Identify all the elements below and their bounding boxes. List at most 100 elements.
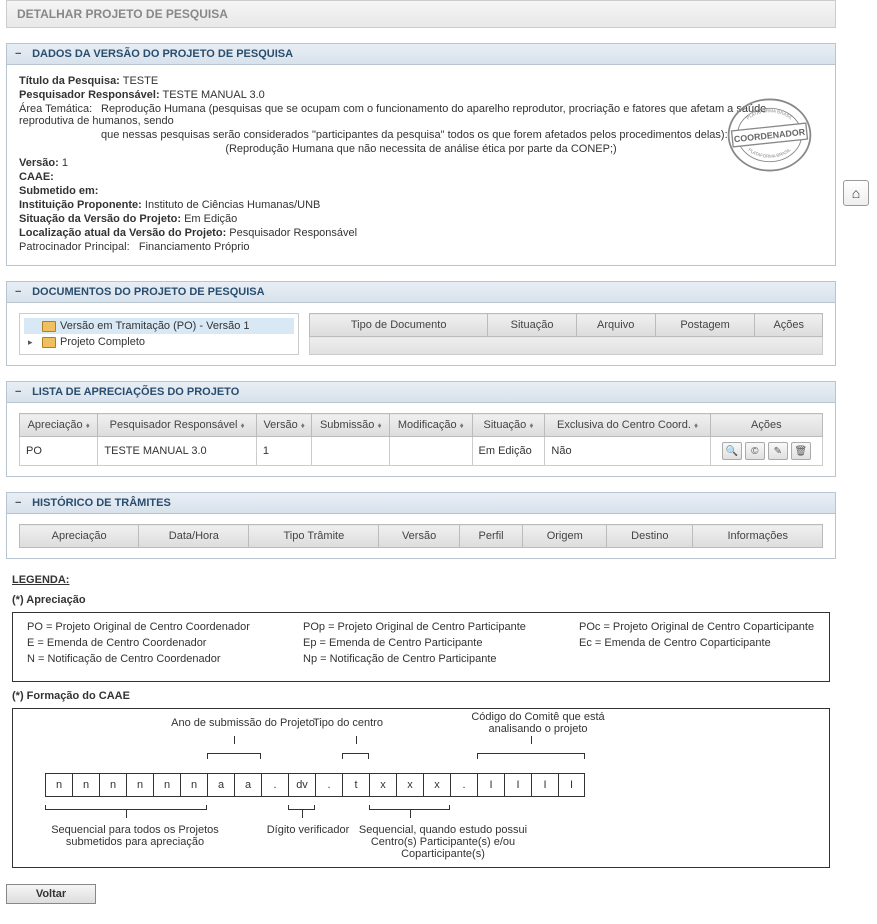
panel-historico-header[interactable]: − HISTÓRICO DE TRÂMITES	[7, 493, 835, 514]
caae-cell: I	[504, 773, 531, 797]
cell-versao: 1	[256, 437, 312, 466]
collapse-icon[interactable]: −	[15, 286, 29, 298]
col-tipotramite[interactable]: Tipo Trâmite	[249, 525, 379, 548]
tree-item-projeto[interactable]: ▸ Projeto Completo	[24, 334, 294, 350]
col-situacao[interactable]: Situação	[488, 314, 576, 337]
sort-icon: ♦	[377, 421, 381, 430]
legend-pop: POp = Projeto Original de Centro Partici…	[303, 621, 539, 633]
panel-historico: − HISTÓRICO DE TRÂMITES Apreciação Data/…	[6, 492, 836, 559]
col-apreciacao[interactable]: Apreciação ♦	[20, 414, 98, 437]
caae-cell: n	[72, 773, 99, 797]
col-submissao[interactable]: Submissão ♦	[312, 414, 390, 437]
col-acoes[interactable]: Ações	[755, 314, 823, 337]
sort-icon: ♦	[86, 421, 90, 430]
area-line3: (Reprodução Humana que não necessita de …	[19, 143, 823, 155]
legend-section: LEGENDA: (*) Apreciação PO = Projeto Ori…	[6, 574, 836, 868]
legend-apreciacao-box: PO = Projeto Original de Centro Coordena…	[12, 612, 830, 682]
caae-label-codigo: Código do Comitê que está analisando o p…	[463, 711, 613, 735]
submetido-label: Submetido em:	[19, 185, 98, 197]
caae-cell: x	[423, 773, 450, 797]
panel-dados-header[interactable]: − DADOS DA VERSÃO DO PROJETO DE PESQUISA	[7, 44, 835, 65]
col-datahora[interactable]: Data/Hora	[139, 525, 249, 548]
legend-caae-title: (*) Formação do CAAE	[12, 690, 830, 702]
voltar-button[interactable]: Voltar	[6, 884, 96, 904]
inst-label: Instituição Proponente:	[19, 199, 142, 211]
col-modificacao[interactable]: Modificação ♦	[390, 414, 472, 437]
cell-acoes: 🔍 © ✎ 🗑	[710, 437, 822, 466]
cell-apreciacao: PO	[20, 437, 98, 466]
caae-label-seq-centro: Sequencial, quando estudo possui Centro(…	[353, 824, 533, 860]
col-apreciacao[interactable]: Apreciação	[20, 525, 139, 548]
col-versao[interactable]: Versão ♦	[256, 414, 312, 437]
col-informacoes[interactable]: Informações	[693, 525, 823, 548]
caae-label-digito: Dígito verificador	[263, 824, 353, 836]
caae-cell: x	[369, 773, 396, 797]
col-postagem[interactable]: Postagem	[655, 314, 755, 337]
pesquisador-value: TESTE MANUAL 3.0	[162, 89, 264, 101]
panel-apreciacoes-title: LISTA DE APRECIAÇÕES DO PROJETO	[32, 386, 239, 398]
action-edit-icon[interactable]: ✎	[768, 442, 788, 460]
situacao-value: Em Edição	[184, 213, 237, 225]
caae-label-ano: Ano de submissão do Projeto	[163, 717, 323, 729]
col-tipo[interactable]: Tipo de Documento	[310, 314, 488, 337]
situacao-label: Situação da Versão do Projeto:	[19, 213, 181, 225]
caae-cell: n	[180, 773, 207, 797]
panel-dados: − DADOS DA VERSÃO DO PROJETO DE PESQUISA…	[6, 43, 836, 266]
col-arquivo[interactable]: Arquivo	[576, 314, 655, 337]
cell-pesquisador: TESTE MANUAL 3.0	[98, 437, 257, 466]
collapse-icon[interactable]: −	[15, 386, 29, 398]
pesquisador-label: Pesquisador Responsável:	[19, 89, 160, 101]
area-line1: Reprodução Humana (pesquisas que se ocup…	[19, 103, 766, 127]
action-delete-icon[interactable]: 🗑	[791, 442, 811, 460]
caae-cell: a	[207, 773, 234, 797]
legend-po: PO = Projeto Original de Centro Coordena…	[27, 621, 263, 633]
tree-expand-icon[interactable]: ▸	[28, 337, 38, 348]
panel-historico-title: HISTÓRICO DE TRÂMITES	[32, 497, 171, 509]
coordenador-stamp: COORDENADOR PLATAFORMA BRASIL PLATAFORMA…	[722, 95, 817, 175]
cell-situacao: Em Edição	[472, 437, 545, 466]
panel-documentos-title: DOCUMENTOS DO PROJETO DE PESQUISA	[32, 286, 264, 298]
panel-dados-title: DADOS DA VERSÃO DO PROJETO DE PESQUISA	[32, 48, 293, 60]
panel-documentos-header[interactable]: − DOCUMENTOS DO PROJETO DE PESQUISA	[7, 282, 835, 303]
action-view-icon[interactable]: 🔍	[722, 442, 742, 460]
col-versao[interactable]: Versão	[379, 525, 460, 548]
caae-label: CAAE:	[19, 171, 54, 183]
collapse-icon[interactable]: −	[15, 497, 29, 509]
table-row: PO TESTE MANUAL 3.0 1 Em Edição Não 🔍 © …	[20, 437, 823, 466]
versao-value: 1	[62, 157, 68, 169]
col-perfil[interactable]: Perfil	[459, 525, 522, 548]
caae-cell: n	[126, 773, 153, 797]
caae-label-tipo: Tipo do centro	[303, 717, 393, 729]
cell-exclusiva: Não	[545, 437, 710, 466]
cell-modificacao	[390, 437, 472, 466]
col-situacao[interactable]: Situação ♦	[472, 414, 545, 437]
col-pesquisador[interactable]: Pesquisador Responsável ♦	[98, 414, 257, 437]
col-acoes: Ações	[710, 414, 822, 437]
tree-item-label: Versão em Tramitação (PO) - Versão 1	[60, 320, 250, 332]
folder-icon	[42, 337, 56, 348]
svg-text:PLATAFORMA BRASIL: PLATAFORMA BRASIL	[745, 108, 793, 121]
svg-text:PLATAFORMA BRASIL: PLATAFORMA BRASIL	[747, 147, 792, 159]
legend-title: LEGENDA:	[12, 574, 830, 586]
area-line2: que nessas pesquisas serão considerados …	[101, 129, 823, 141]
collapse-icon[interactable]: −	[15, 48, 29, 60]
caae-cell: a	[234, 773, 261, 797]
historico-table: Apreciação Data/Hora Tipo Trâmite Versão…	[19, 524, 823, 548]
apreciacoes-table: Apreciação ♦ Pesquisador Responsável ♦ V…	[19, 413, 823, 466]
action-copy-icon[interactable]: ©	[745, 442, 765, 460]
table-row	[310, 337, 823, 355]
patro-value: Financiamento Próprio	[139, 241, 250, 253]
documents-tree: Versão em Tramitação (PO) - Versão 1 ▸ P…	[19, 313, 299, 355]
caae-cell: .	[315, 773, 342, 797]
sort-icon: ♦	[694, 421, 698, 430]
legend-e: E = Emenda de Centro Coordenador	[27, 637, 263, 649]
caae-cell: I	[531, 773, 558, 797]
panel-apreciacoes-header[interactable]: − LISTA DE APRECIAÇÕES DO PROJETO	[7, 382, 835, 403]
home-icon[interactable]: ⌂	[843, 180, 869, 206]
tree-item-versao[interactable]: Versão em Tramitação (PO) - Versão 1	[24, 318, 294, 334]
col-exclusiva[interactable]: Exclusiva do Centro Coord. ♦	[545, 414, 710, 437]
col-origem[interactable]: Origem	[523, 525, 607, 548]
col-destino[interactable]: Destino	[607, 525, 693, 548]
panel-apreciacoes: − LISTA DE APRECIAÇÕES DO PROJETO Apreci…	[6, 381, 836, 477]
caae-cell: I	[558, 773, 585, 797]
